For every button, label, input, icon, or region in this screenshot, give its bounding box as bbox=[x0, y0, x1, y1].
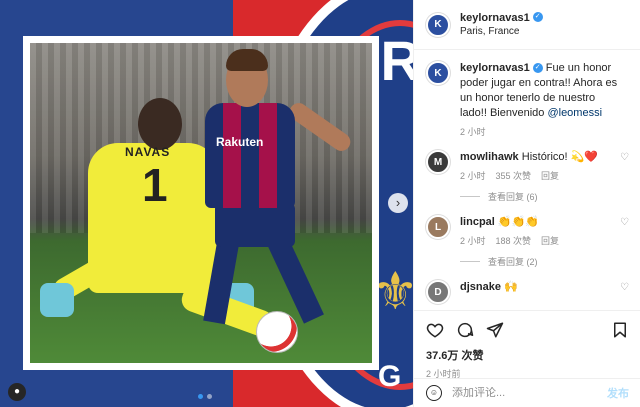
post-actions: 37.6万 次赞 2 小时前 bbox=[414, 310, 640, 380]
comment-icon[interactable] bbox=[456, 321, 474, 339]
author-username[interactable]: keylornavas1 bbox=[460, 12, 530, 24]
verified-icon: ✓ bbox=[532, 63, 543, 74]
list-item: D djsnake 🙌 ♡ bbox=[426, 280, 629, 304]
comment-text: 🙌 bbox=[500, 281, 518, 293]
caption-time: 2 小时 bbox=[460, 127, 486, 137]
comment-input[interactable] bbox=[452, 387, 592, 399]
comment-time: 2 小时 bbox=[460, 171, 486, 181]
comment-text: Histórico! 💫❤️ bbox=[518, 151, 599, 163]
post-header: K keylornavas1 ✓ Paris, France bbox=[414, 0, 640, 50]
player-shorts bbox=[215, 203, 295, 247]
post-panel: K keylornavas1 ✓ Paris, France K keylorna… bbox=[413, 0, 640, 407]
avatar[interactable]: L bbox=[426, 215, 450, 239]
match-photo: NAVAS 1 Rakuten bbox=[30, 43, 372, 363]
player-hair bbox=[226, 49, 268, 71]
post-media[interactable]: AR ⚜ G NAVAS 1 Rakuten › bbox=[0, 0, 413, 407]
avatar[interactable]: M bbox=[426, 150, 450, 174]
reply-button[interactable]: 回复 bbox=[541, 169, 559, 182]
tagged-users-icon[interactable]: ● bbox=[8, 383, 26, 401]
likes-count[interactable]: 37.6万 次赞 bbox=[426, 347, 629, 363]
add-comment-bar: ☺ 发布 bbox=[414, 378, 640, 407]
post-location[interactable]: Paris, France bbox=[460, 25, 543, 39]
next-image-button[interactable]: › bbox=[388, 193, 408, 213]
carousel-dots bbox=[198, 394, 212, 399]
post-comment-button[interactable]: 发布 bbox=[607, 385, 629, 401]
avatar[interactable]: K bbox=[426, 61, 450, 85]
keeper-glove-left bbox=[40, 283, 74, 317]
football bbox=[256, 311, 298, 353]
comment-likes[interactable]: 355 次赞 bbox=[496, 169, 532, 182]
verified-icon: ✓ bbox=[532, 11, 543, 22]
view-replies-button[interactable]: 查看回复 (6) bbox=[460, 190, 620, 203]
view-replies-button[interactable]: 查看回复 (2) bbox=[460, 255, 620, 268]
comments-list[interactable]: K keylornavas1 ✓ Fue un honor poder jugar… bbox=[414, 51, 640, 309]
view-replies-label: 查看回复 (2) bbox=[488, 257, 538, 267]
emoji-icon[interactable]: ☺ bbox=[426, 385, 442, 401]
avatar[interactable]: D bbox=[426, 280, 450, 304]
heart-icon[interactable]: ♡ bbox=[620, 217, 629, 228]
keeper-jersey-number: 1 bbox=[142, 159, 168, 211]
keeper-jersey-name: NAVAS bbox=[125, 145, 171, 159]
jersey-sponsor: Rakuten bbox=[216, 135, 264, 149]
caption-mention[interactable]: @leomessi bbox=[547, 107, 602, 119]
goalkeeper-head bbox=[138, 98, 182, 150]
comment-username[interactable]: lincpal bbox=[460, 216, 495, 228]
caption-username[interactable]: keylornavas1 bbox=[460, 62, 530, 74]
player bbox=[205, 103, 295, 208]
comment-likes[interactable]: 188 次赞 bbox=[496, 234, 532, 247]
share-icon[interactable] bbox=[486, 321, 504, 339]
avatar[interactable]: K bbox=[426, 12, 450, 37]
reply-button[interactable]: 回复 bbox=[541, 234, 559, 247]
comment-username[interactable]: djsnake bbox=[460, 281, 501, 293]
comment-text: 👏👏👏 bbox=[494, 216, 539, 228]
bookmark-icon[interactable] bbox=[611, 321, 629, 339]
comment-username[interactable]: mowlihawk bbox=[460, 151, 519, 163]
carousel-dot bbox=[207, 394, 212, 399]
list-item: L lincpal 👏👏👏 2 小时 188 次赞 回复 查看回复 (2) ♡ bbox=[426, 215, 629, 268]
heart-icon[interactable]: ♡ bbox=[620, 282, 629, 293]
like-icon[interactable] bbox=[426, 321, 444, 339]
list-item: M mowlihawk Histórico! 💫❤️ 2 小时 355 次赞 回… bbox=[426, 150, 629, 203]
badge-letter: G bbox=[378, 360, 402, 393]
caption: K keylornavas1 ✓ Fue un honor poder jugar… bbox=[426, 61, 629, 138]
post-viewer: AR ⚜ G NAVAS 1 Rakuten › bbox=[0, 0, 640, 407]
heart-icon[interactable]: ♡ bbox=[620, 152, 629, 163]
view-replies-label: 查看回复 (6) bbox=[488, 192, 538, 202]
comment-time: 2 小时 bbox=[460, 236, 486, 246]
carousel-dot-active bbox=[198, 394, 203, 399]
